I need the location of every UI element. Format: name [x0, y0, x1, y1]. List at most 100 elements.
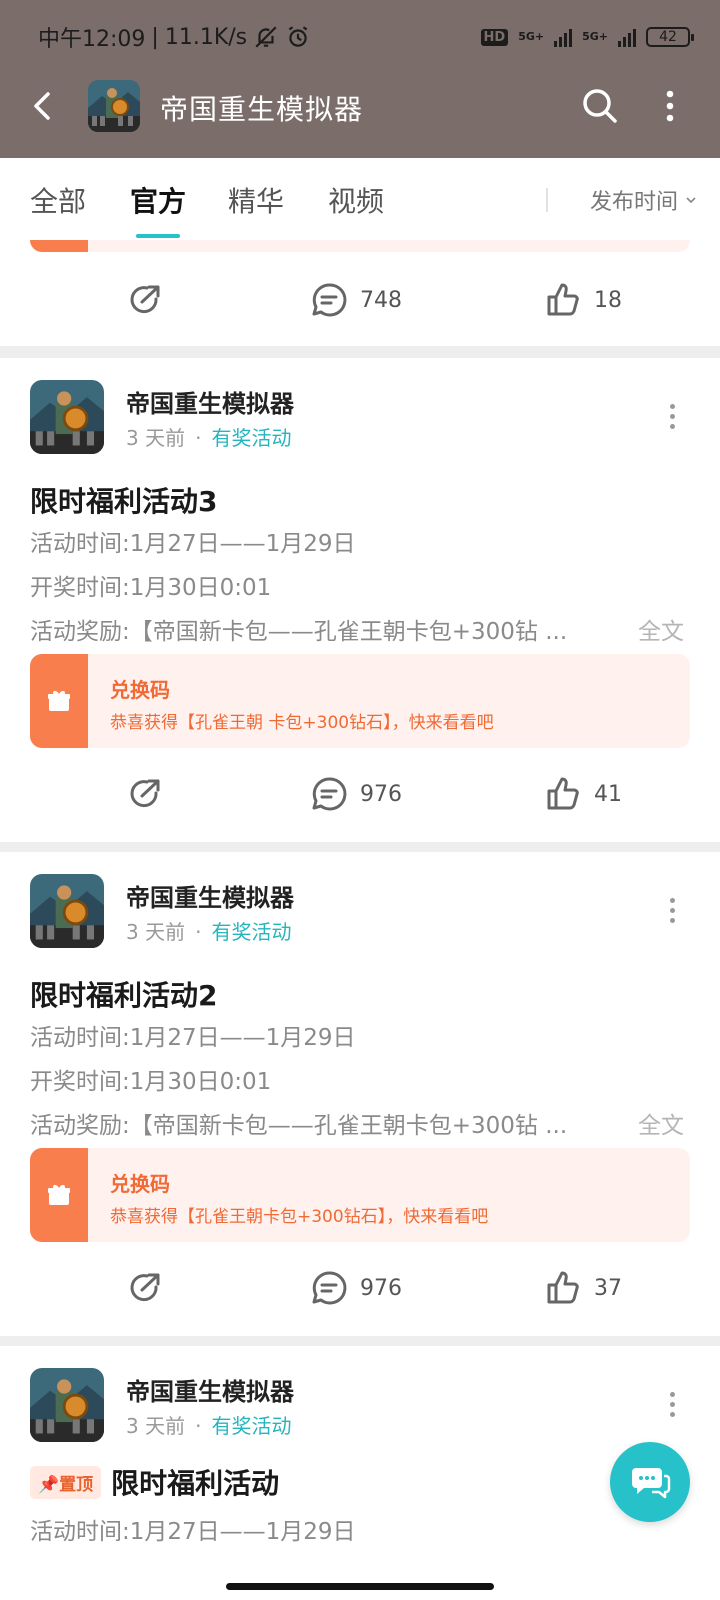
- thumbs-up-icon: [547, 777, 579, 810]
- meta-dot: ·: [195, 426, 202, 450]
- post-title-text: 限时福利活动2: [30, 979, 218, 1012]
- avatar[interactable]: [30, 380, 104, 454]
- share-button[interactable]: [126, 1258, 164, 1318]
- post-line: 活动时间:1月27日——1月29日: [30, 1025, 356, 1051]
- pinned-badge: 📌置顶: [30, 1465, 102, 1499]
- hd-badge: HD: [480, 28, 509, 46]
- coupon-box[interactable]: 兑换码 恭喜获得【孔雀王朝卡包+300钻石】，快来看看吧: [30, 1148, 690, 1242]
- post-tag[interactable]: 有奖活动: [211, 426, 291, 450]
- full-text-link[interactable]: 全文: [638, 1106, 684, 1140]
- like-button[interactable]: 37: [544, 1258, 622, 1318]
- comment-button[interactable]: 976: [310, 1258, 402, 1318]
- home-indicator[interactable]: [226, 1583, 494, 1590]
- like-count: 41: [594, 781, 622, 807]
- chat-fab-button[interactable]: [610, 1442, 690, 1522]
- alarm-icon: [288, 26, 308, 47]
- post-time: 3 天前: [126, 1414, 186, 1438]
- tab-all[interactable]: 全部: [30, 180, 86, 220]
- meta-dot: ·: [195, 1414, 202, 1438]
- network-label-1: 5G+: [518, 30, 545, 43]
- nav-bar: 帝国重生模拟器: [0, 76, 720, 138]
- post-line: 活动时间:1月27日——1月29日: [30, 531, 356, 557]
- avatar[interactable]: [30, 1368, 104, 1442]
- divider: [546, 188, 548, 212]
- comment-button[interactable]: 976: [310, 764, 402, 824]
- post-title[interactable]: 📌置顶 限时福利活动: [30, 1462, 279, 1502]
- pinned-label: 置顶: [59, 1474, 94, 1495]
- full-text-link[interactable]: 全文: [638, 612, 684, 646]
- author-name[interactable]: 帝国重生模拟器: [126, 1372, 294, 1407]
- comment-count: 748: [360, 287, 402, 313]
- more-vertical-icon[interactable]: [650, 84, 690, 128]
- post-feed[interactable]: 748 18 帝国重生模拟器 3 天前 · 有奖活动 限时福利活动3 活动时间:…: [0, 240, 720, 1600]
- post-card[interactable]: 帝国重生模拟器 3 天前 · 有奖活动 限时福利活动2 活动时间:1月27日——1月…: [0, 852, 720, 1336]
- post-tag[interactable]: 有奖活动: [211, 920, 291, 944]
- post-card[interactable]: 帝国重生模拟器 3 天前 · 有奖活动 限时福利活动3 活动时间:1月27日——1月…: [0, 358, 720, 842]
- back-arrow-icon[interactable]: [24, 86, 64, 126]
- comment-icon: [312, 1271, 347, 1305]
- chevron-down-icon: [686, 197, 696, 204]
- thumbs-up-icon: [547, 283, 579, 316]
- active-tab-indicator: [136, 234, 180, 238]
- mute-bell-icon: [255, 26, 277, 48]
- post-title[interactable]: 限时福利活动2: [30, 974, 217, 1014]
- post-meta: 3 天前 · 有奖活动: [126, 916, 291, 945]
- status-separator: |: [151, 24, 159, 50]
- post-title-text: 限时福利活动: [111, 1467, 280, 1500]
- post-menu-icon[interactable]: [668, 404, 676, 430]
- avatar[interactable]: [30, 874, 104, 948]
- author-name[interactable]: 帝国重生模拟器: [126, 878, 294, 913]
- like-count: 18: [594, 287, 622, 313]
- status-bar: 中午12:09 | 11.1K/s HD 5G+ 5G+ 42: [38, 22, 694, 52]
- share-button[interactable]: [126, 270, 164, 330]
- post-title[interactable]: 限时福利活动3: [30, 480, 217, 520]
- post-menu-icon[interactable]: [668, 898, 676, 924]
- status-time: 中午12:09: [38, 27, 146, 52]
- coupon-title: 兑换码: [110, 1172, 170, 1196]
- post-line: 开奖时间:1月30日0:01: [30, 575, 272, 601]
- top-bar: 中午12:09 | 11.1K/s HD 5G+ 5G+ 42 帝国重生模拟器: [0, 0, 720, 158]
- sort-dropdown[interactable]: 发布时间: [590, 184, 698, 216]
- author-name[interactable]: 帝国重生模拟器: [126, 384, 294, 419]
- share-icon: [130, 779, 160, 808]
- post-time: 3 天前: [126, 426, 186, 450]
- gift-icon: [48, 1184, 70, 1205]
- chat-bubbles-icon: [632, 1468, 671, 1499]
- coupon-box-partial[interactable]: [30, 240, 690, 252]
- post-tag[interactable]: 有奖活动: [211, 1414, 291, 1438]
- post-line: 活动奖励:【帝国新卡包——孔雀王朝卡包+300钻 ...: [30, 619, 568, 645]
- post-time: 3 天前: [126, 920, 186, 944]
- gift-icon-bg: [30, 240, 88, 252]
- tab-official[interactable]: 官方: [130, 180, 186, 220]
- post-line: 活动时间:1月27日——1月29日: [30, 1519, 356, 1545]
- post-line: 开奖时间:1月30日0:01: [30, 1069, 272, 1095]
- gift-icon: [48, 690, 70, 711]
- comment-button[interactable]: 748: [310, 270, 402, 330]
- post-title-text: 限时福利活动3: [30, 485, 218, 518]
- signal-icon: [554, 27, 573, 47]
- comment-icon: [312, 283, 347, 317]
- coupon-box[interactable]: 兑换码 恭喜获得【孔雀王朝 卡包+300钻石】，快来看看吧: [30, 654, 690, 748]
- author-row: 帝国重生模拟器 3 天前 · 有奖活动: [30, 380, 690, 456]
- post-card-partial[interactable]: 748 18: [0, 240, 720, 346]
- share-button[interactable]: [126, 764, 164, 824]
- pin-icon: 📌: [38, 1474, 60, 1495]
- tab-featured[interactable]: 精华: [228, 180, 284, 220]
- action-bar: 976 41: [0, 764, 720, 824]
- comment-count: 976: [360, 781, 402, 807]
- share-icon: [130, 1273, 160, 1302]
- search-icon[interactable]: [578, 84, 622, 128]
- post-meta: 3 天前 · 有奖活动: [126, 422, 291, 451]
- like-button[interactable]: 18: [544, 270, 622, 330]
- coupon-title: 兑换码: [110, 678, 170, 702]
- tab-bar: 全部 官方 精华 视频 发布时间: [0, 158, 720, 240]
- page-title: 帝国重生模拟器: [160, 93, 364, 126]
- post-menu-icon[interactable]: [668, 1392, 676, 1418]
- like-button[interactable]: 41: [544, 764, 622, 824]
- coupon-desc: 恭喜获得【孔雀王朝 卡包+300钻石】，快来看看吧: [110, 713, 494, 733]
- share-icon: [130, 285, 160, 314]
- comment-icon: [312, 777, 347, 811]
- comment-count: 976: [360, 1275, 402, 1301]
- tab-video[interactable]: 视频: [328, 180, 384, 220]
- author-row: 帝国重生模拟器 3 天前 · 有奖活动: [30, 1368, 690, 1444]
